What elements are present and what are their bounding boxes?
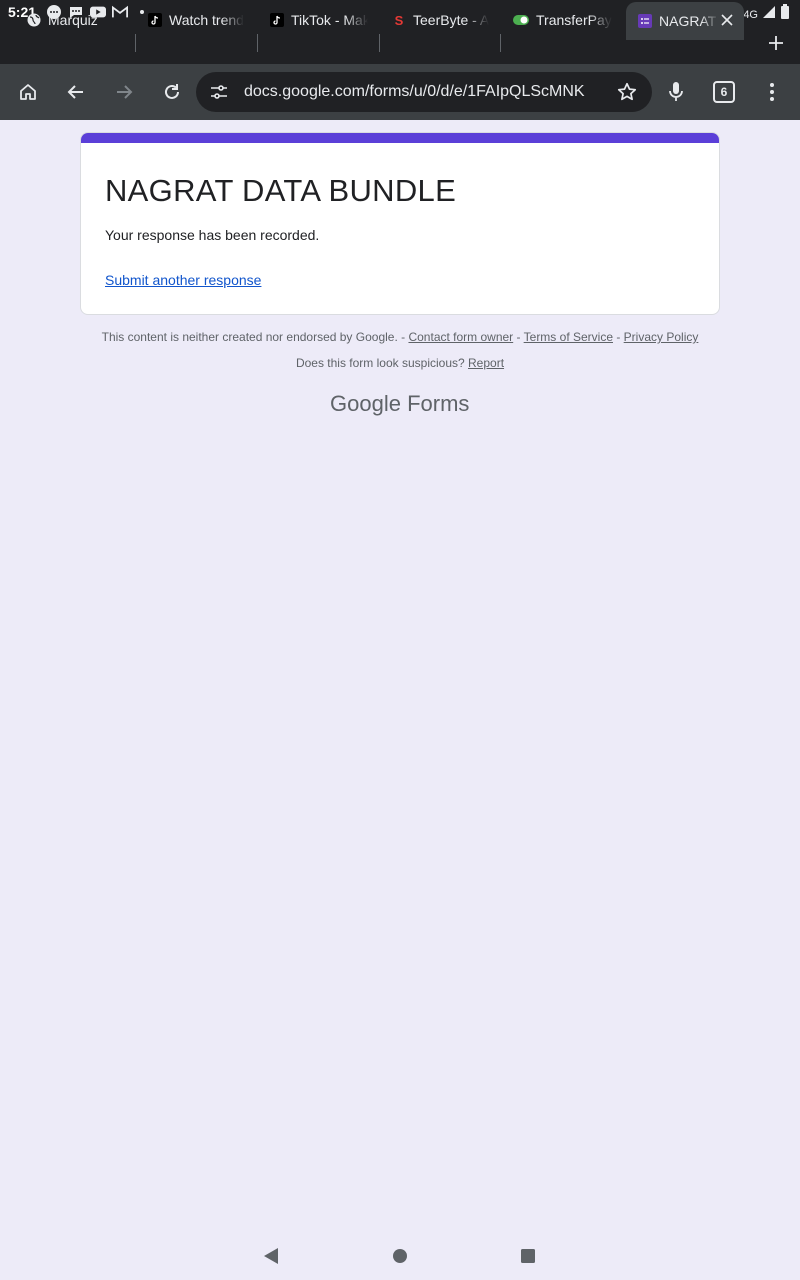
bookmark-star-icon[interactable] (617, 82, 637, 107)
confirmation-message: Your response has been recorded. (105, 227, 320, 243)
tab-transferpay[interactable]: TransferPay (513, 2, 613, 38)
network-type: 4G (743, 8, 758, 21)
tab-teerbyte[interactable]: S TeerByte - A (392, 2, 490, 38)
disclaimer: This content is neither created nor endo… (0, 330, 800, 344)
privacy-policy-link[interactable]: Privacy Policy (624, 330, 699, 344)
system-nav-bar (0, 1232, 800, 1280)
suspicious-text: Does this form look suspicious? (295, 356, 469, 370)
tab-separator (379, 34, 380, 52)
globe-icon (27, 13, 41, 27)
contact-form-owner-link[interactable]: Contact form owner (408, 330, 513, 344)
tab-switcher-button[interactable]: 6 (713, 81, 735, 103)
tiktok-icon (148, 13, 162, 27)
logo-forms: Forms (407, 391, 470, 416)
new-tab-button[interactable] (764, 31, 788, 55)
close-icon[interactable] (718, 11, 736, 29)
more-options-button[interactable] (758, 78, 786, 106)
tab-nagrat[interactable]: NAGRAT (626, 2, 744, 40)
browser-toolbar: docs.google.com/forms/u/0/d/e/1FAIpQLScM… (0, 64, 800, 120)
signal-icon (762, 5, 776, 24)
tab-separator (500, 34, 501, 52)
site-settings-icon[interactable] (210, 84, 228, 105)
tab-tiktok[interactable]: TikTok - Mak (270, 2, 368, 38)
form-title: NAGRAT DATA BUNDLE (105, 173, 457, 208)
google-forms-logo[interactable]: Google Forms (330, 391, 469, 417)
forward-button[interactable] (110, 78, 138, 106)
tiktok-icon (270, 13, 284, 27)
voice-search-button[interactable] (662, 78, 690, 106)
tab-separator (135, 34, 136, 52)
nav-back-icon[interactable] (261, 1246, 281, 1266)
separator: - (513, 330, 524, 344)
terms-of-service-link[interactable]: Terms of Service (524, 330, 613, 344)
address-bar[interactable]: docs.google.com/forms/u/0/d/e/1FAIpQLScM… (196, 72, 652, 112)
suspicious-notice: Does this form look suspicious? Report (0, 356, 800, 370)
forms-icon (638, 14, 652, 28)
submit-another-response-link[interactable]: Submit another response (105, 272, 261, 288)
tab-title: TikTok - Mak (291, 12, 368, 28)
report-link[interactable]: Report (468, 356, 504, 370)
home-button[interactable] (14, 78, 42, 106)
logo-google: Google (330, 391, 401, 416)
tab-title: NAGRAT (659, 13, 717, 29)
tab-title: TransferPay (536, 12, 612, 28)
tab-title: TeerByte - A (413, 12, 490, 28)
battery-icon (780, 4, 790, 25)
teerbyte-icon: S (394, 12, 404, 28)
tab-watch-trend[interactable]: Watch trend (148, 2, 246, 38)
nav-recents-icon[interactable] (518, 1246, 538, 1266)
form-confirmation-card: NAGRAT DATA BUNDLE Your response has bee… (80, 132, 720, 315)
tab-title: Marquiz (48, 12, 98, 28)
separator: - (613, 330, 624, 344)
tab-marquiz[interactable]: Marquiz (27, 2, 131, 38)
toggle-icon (513, 13, 529, 27)
disclaimer-text: This content is neither created nor endo… (101, 330, 409, 344)
tab-separator (257, 34, 258, 52)
url-text[interactable]: docs.google.com/forms/u/0/d/e/1FAIpQLScM… (244, 83, 600, 101)
reload-button[interactable] (158, 78, 186, 106)
nav-home-icon[interactable] (390, 1246, 410, 1266)
tab-title: Watch trend (169, 12, 244, 28)
card-accent-bar (81, 133, 719, 143)
back-button[interactable] (62, 78, 90, 106)
